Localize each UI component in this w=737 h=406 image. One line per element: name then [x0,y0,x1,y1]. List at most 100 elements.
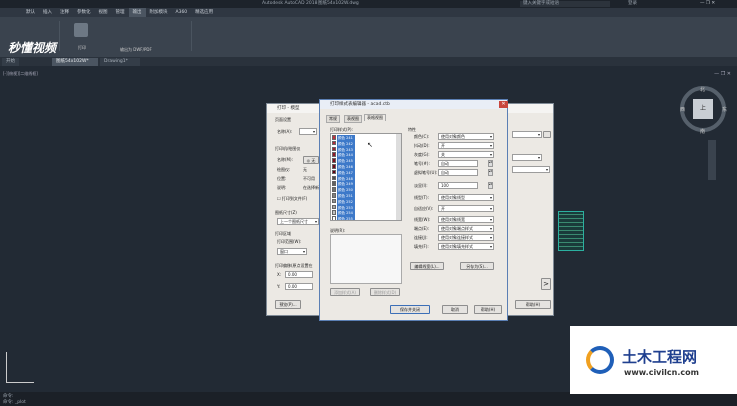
style-swatch [332,140,336,146]
property-value[interactable]: 开 [438,142,494,149]
style-swatch [332,216,336,220]
print-to-file-label: 打印到文件(F) [281,196,308,201]
edit-lineweights-button[interactable]: 编辑线宽(L)... [410,262,444,270]
print-label: 打印 [78,45,86,50]
page-setup-select[interactable] [299,128,317,135]
menu-item[interactable]: 管理 [112,8,129,17]
compass-south: 南 [700,129,706,135]
preview-button[interactable]: 预览(P)... [275,300,301,309]
style-list-item[interactable]: 颜色 255 [337,216,355,220]
tab-drawing-active[interactable]: 图纸54x102W* [52,58,98,66]
right-select-2[interactable] [512,154,542,161]
tab-general[interactable]: 常规 [326,115,340,123]
property-value[interactable]: 开 [438,205,494,212]
property-label: 笔号(#): [414,161,430,166]
property-label: 端点(E): [414,226,429,231]
viewport-label[interactable]: [-][俯视][二维线框] [3,71,38,77]
printer-select[interactable]: ◎ 无 [303,156,319,164]
paper-size-label: 图纸尺寸(Z) [275,210,297,215]
window-controls[interactable]: — ❐ ✕ [700,0,715,8]
right-select-3[interactable] [512,166,550,173]
viewport-controls[interactable]: — ❐ ✕ [714,71,731,77]
menu-item[interactable]: 默认 [22,8,39,17]
property-label: 抖动(D): [414,143,430,148]
watermark: 土木工程网 www.civilcn.com [570,326,737,394]
save-as-button[interactable]: 另存为(S)... [460,262,494,270]
print-icon[interactable] [74,23,88,37]
menu-item[interactable]: 参数化 [73,8,95,17]
add-style-button[interactable]: 添加样式(A) [330,288,360,296]
property-value[interactable]: 自动 [438,169,478,176]
property-value[interactable]: 使用对象颜色 [438,133,494,140]
search-input[interactable]: 键入关键字或短语 [520,1,610,7]
property-value[interactable]: 自动 [438,160,478,167]
property-value[interactable]: 关 [438,151,494,158]
menu-item[interactable]: 注释 [56,8,73,17]
desc-label: 说明: [277,185,287,190]
command-bar: 命令: 命令: _plot [0,392,737,406]
menu-item[interactable]: A360 [172,8,192,17]
properties-title: 特性 [408,127,416,132]
help-button[interactable]: 帮助(H) [474,305,502,314]
tab-table-view[interactable]: 表视图 [344,115,362,123]
printer-section-label: 打印机/绘图仪 [275,146,301,151]
property-value[interactable]: 使用对象端点样式 [438,225,494,232]
style-swatch [332,158,336,163]
area-select[interactable]: 窗口 [277,248,307,255]
property-value[interactable]: 使用对象线型 [438,194,494,201]
mouse-cursor-icon: ↖ [367,141,373,149]
watermark-logo-icon [586,346,614,374]
tab-drawing1[interactable]: Drawing1* [100,58,140,66]
spinner-icon[interactable]: ▴▾ [488,169,493,176]
style-swatch [332,146,336,152]
property-label: 填充(F): [414,244,429,249]
menu-bar: 默认 插入 注释 参数化 视图 管理 输出 附加模块 A360 精选应用 [0,8,737,17]
description-textarea[interactable] [330,234,402,284]
offset-section-label: 打印偏移(原点设置在 [275,263,313,268]
menu-item[interactable]: 插入 [39,8,56,17]
user-login[interactable]: 登录 [628,0,637,8]
tab-start[interactable]: 开始 [2,58,19,66]
spinner-icon[interactable]: ▴▾ [488,182,493,189]
export-label[interactable]: 输出为 DWF/PDF [120,47,152,53]
paper-size-select[interactable]: 上一个图纸尺寸 [277,218,319,225]
delete-style-button[interactable]: 删除样式(D) [370,288,400,296]
menu-item[interactable]: 视图 [95,8,112,17]
property-value[interactable]: 使用对象连接样式 [438,234,494,241]
command-line[interactable]: 命令: _plot [3,399,26,405]
property-label: 线宽(W): [414,217,431,222]
menu-item[interactable]: 精选应用 [191,8,217,17]
navigation-bar[interactable] [708,140,716,180]
area-section-label: 打印区域 [275,231,291,236]
compass-north: 北 [700,87,706,93]
style-list[interactable]: 颜色 241 颜色 242 颜色 243 颜色 244 颜色 245 颜色 246 颜色 2… [330,133,402,221]
drawing-geometry[interactable] [558,211,584,251]
offset-y-input[interactable]: 0.00 [285,283,313,290]
property-label: 淡显(I): [414,183,428,188]
spinner-icon[interactable]: ▴▾ [488,160,493,167]
style-list-scrollbar[interactable] [396,134,401,220]
cancel-button[interactable]: 取消 [442,305,468,314]
right-select-1[interactable] [512,131,542,138]
property-value[interactable]: 使用对象线宽 [438,216,494,223]
style-swatch [332,187,336,192]
expand-icon[interactable]: > [541,278,551,290]
help-button-bg[interactable]: 帮助(H) [515,300,551,309]
offset-x-input[interactable]: 0.00 [285,271,313,278]
printer-name-label: 名称(M): [277,157,293,162]
tab-form-view[interactable]: 表格视图 [364,114,386,121]
right-button-1[interactable] [543,131,551,138]
location-value: 不可用 [303,176,315,181]
viewcube-face[interactable]: 上 [693,99,713,119]
property-value[interactable]: 使用对象填充样式 [438,243,494,250]
menu-item[interactable]: 输出 [128,8,146,17]
print-to-file-checkbox[interactable]: ☐ 打印到文件(F) [277,196,307,202]
property-value[interactable]: 100 [438,182,478,189]
plotter-label: 绘图仪: [277,167,291,172]
save-close-button[interactable]: 保存并关闭 [390,305,430,314]
menu-item[interactable]: 附加模块 [146,8,172,17]
style-swatch [332,164,336,169]
style-swatch [332,210,336,215]
close-icon[interactable]: ✕ [499,101,508,108]
style-swatch [332,204,336,210]
